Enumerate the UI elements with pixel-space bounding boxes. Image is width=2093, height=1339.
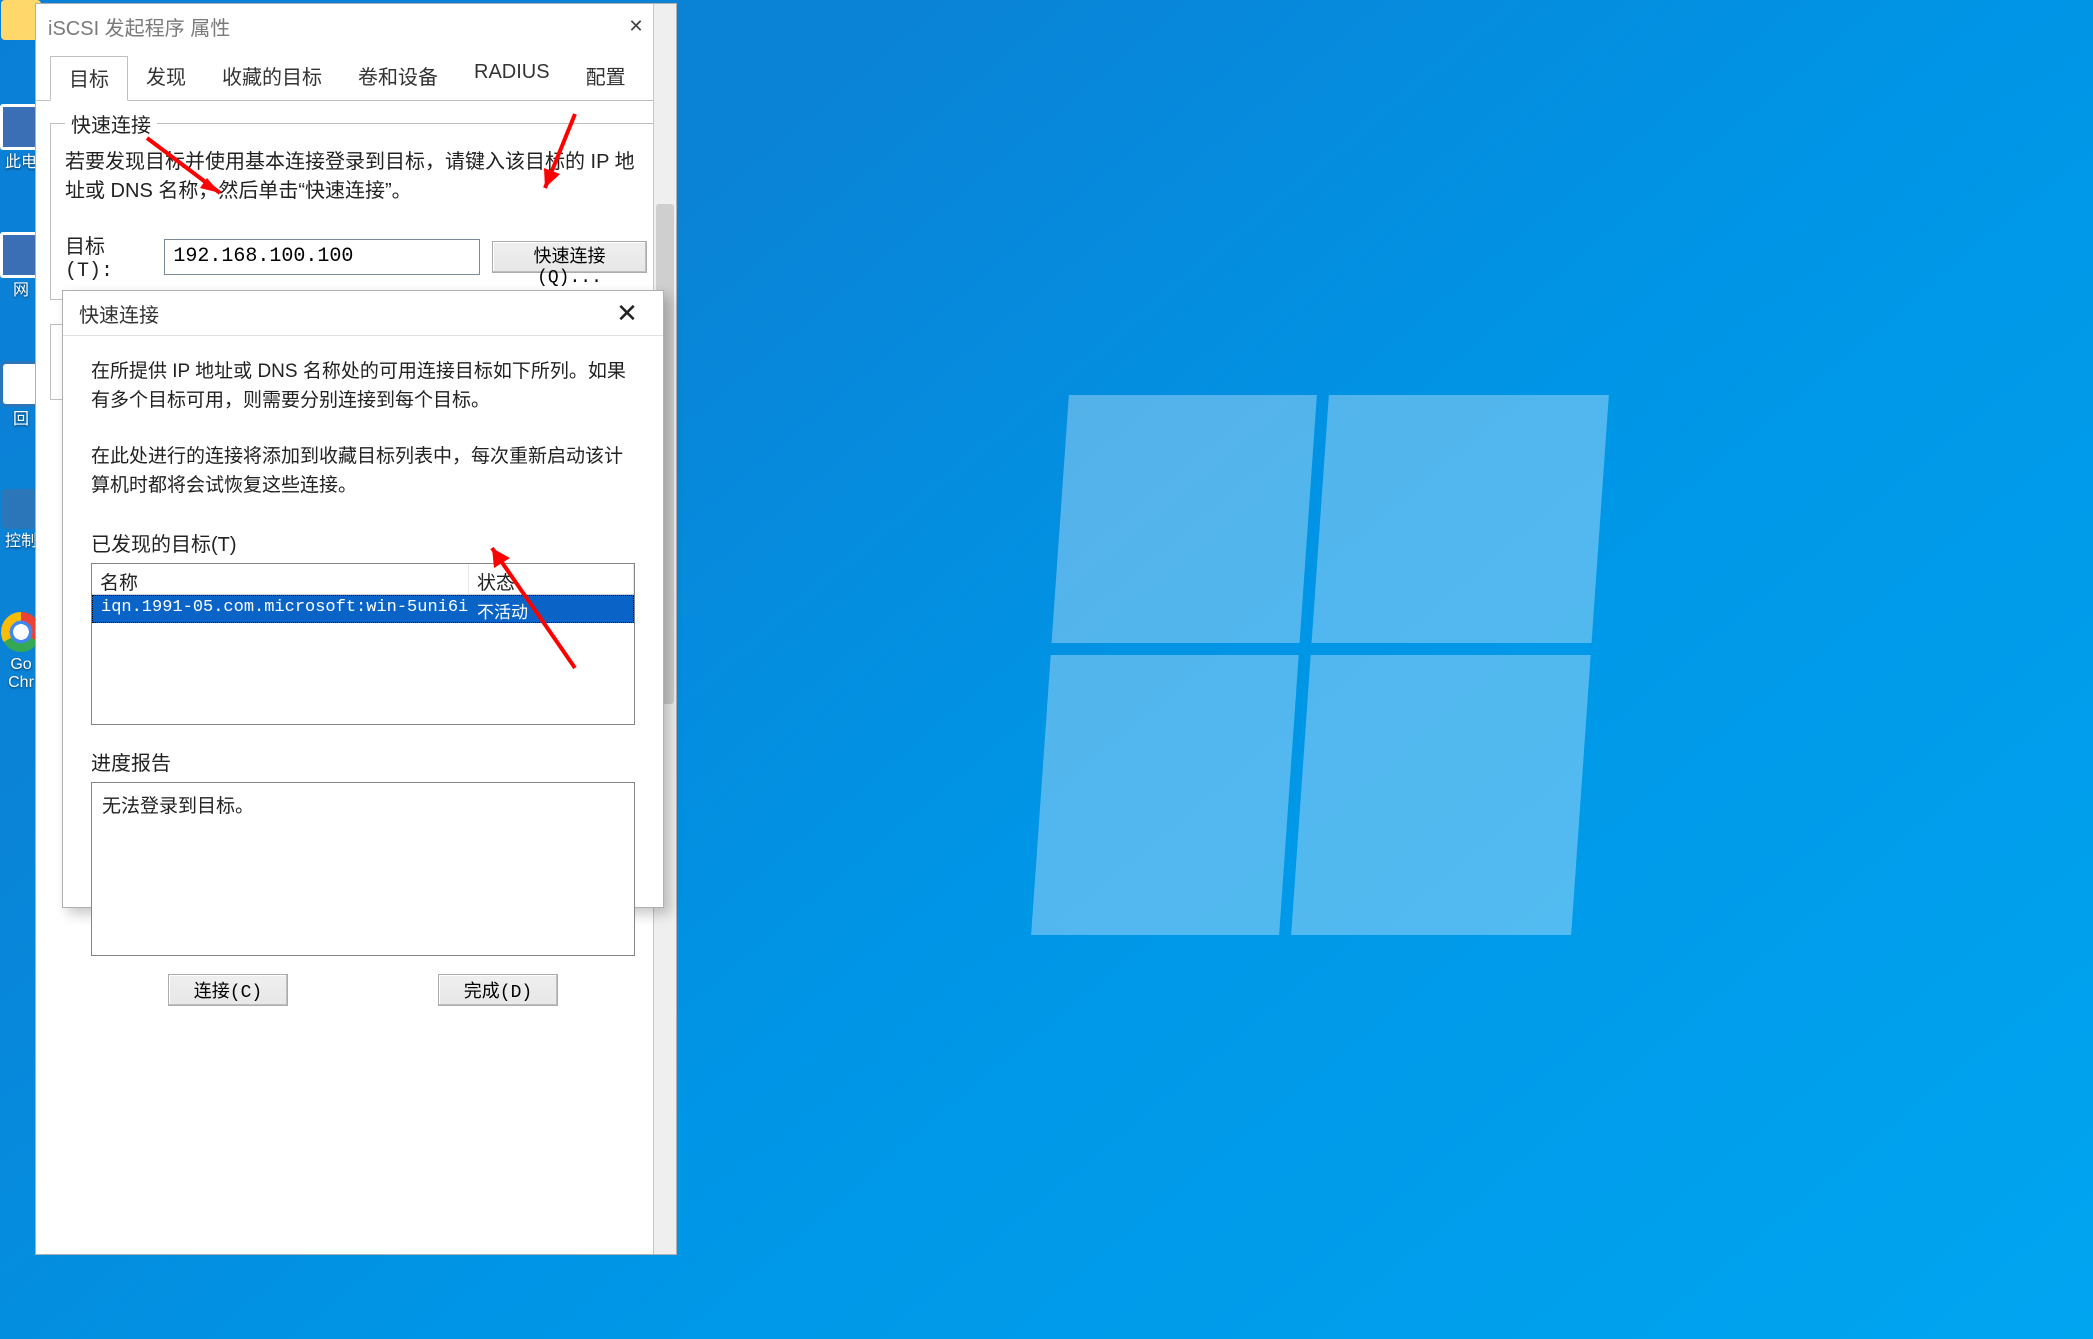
quick-connect-dialog: 快速连接 ✕ 在所提供 IP 地址或 DNS 名称处的可用连接目标如下所列。如果… [62,290,664,908]
titlebar[interactable]: iSCSI 发起程序 属性 ✕ [36,4,676,49]
qc-title: 快速连接 [79,299,607,328]
target-input[interactable] [164,239,480,275]
qc-paragraph-2: 在此处进行的连接将添加到收藏目标列表中，每次重新启动该计算机时都将会试恢复这些连… [91,443,635,500]
listbox-header: 名称 状态 [92,564,634,595]
discovered-targets-label: 已发现的目标(T) [91,528,635,557]
quick-connect-button[interactable]: 快速连接(Q)... [492,241,647,273]
quick-connect-group: 快速连接 若要发现目标并使用基本连接登录到目标，请键入该目标的 IP 地址或 D… [50,109,662,300]
progress-label: 进度报告 [91,747,635,776]
progress-text: 无法登录到目标。 [102,796,254,817]
quick-connect-legend: 快速连接 [65,109,157,138]
qc-titlebar[interactable]: 快速连接 ✕ [63,291,663,336]
connect-button[interactable]: 连接(C) [168,974,288,1006]
close-icon[interactable]: ✕ [607,293,647,333]
tab-discovery[interactable]: 发现 [128,55,204,100]
discovered-targets-listbox[interactable]: 名称 状态 iqn.1991-05.com.microsoft:win-5uni… [91,563,635,725]
tab-favorites[interactable]: 收藏的目标 [204,55,340,100]
target-row-state: 不活动 [469,596,633,622]
target-row-name: iqn.1991-05.com.microsoft:win-5uni6i7ofk… [93,596,469,622]
target-label: 目标(T): [65,230,152,283]
tab-volumes[interactable]: 卷和设备 [340,55,456,100]
column-state[interactable]: 状态 [469,564,634,594]
quick-connect-help: 若要发现目标并使用基本连接登录到目标，请键入该目标的 IP 地址或 DNS 名称… [65,148,647,206]
qc-paragraph-1: 在所提供 IP 地址或 DNS 名称处的可用连接目标如下所列。如果有多个目标可用… [91,358,635,415]
tab-target[interactable]: 目标 [50,56,128,101]
tabs: 目标 发现 收藏的目标 卷和设备 RADIUS 配置 [36,49,676,101]
progress-report: 无法登录到目标。 [91,782,635,956]
tab-config[interactable]: 配置 [568,55,644,100]
column-name[interactable]: 名称 [92,564,469,594]
tab-radius[interactable]: RADIUS [456,55,568,100]
windows-logo [1031,395,1609,935]
done-button[interactable]: 完成(D) [438,974,558,1006]
window-title: iSCSI 发起程序 属性 [48,12,608,41]
target-row[interactable]: iqn.1991-05.com.microsoft:win-5uni6i7ofk… [92,595,634,623]
